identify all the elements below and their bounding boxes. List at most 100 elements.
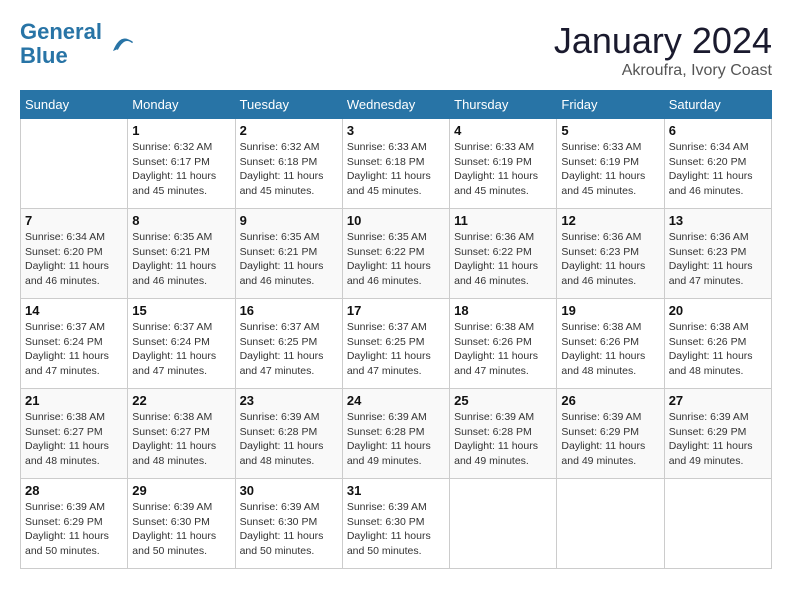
day-info: Sunrise: 6:39 AM Sunset: 6:28 PM Dayligh… xyxy=(347,410,445,469)
day-number: 23 xyxy=(240,393,338,408)
calendar-cell: 1 Sunrise: 6:32 AM Sunset: 6:17 PM Daylig… xyxy=(128,119,235,209)
day-info: Sunrise: 6:39 AM Sunset: 6:28 PM Dayligh… xyxy=(454,410,552,469)
day-info: Sunrise: 6:39 AM Sunset: 6:28 PM Dayligh… xyxy=(240,410,338,469)
day-info: Sunrise: 6:38 AM Sunset: 6:26 PM Dayligh… xyxy=(669,320,767,379)
day-number: 4 xyxy=(454,123,552,138)
day-number: 25 xyxy=(454,393,552,408)
day-info: Sunrise: 6:38 AM Sunset: 6:27 PM Dayligh… xyxy=(25,410,123,469)
day-number: 30 xyxy=(240,483,338,498)
day-info: Sunrise: 6:35 AM Sunset: 6:21 PM Dayligh… xyxy=(132,230,230,289)
day-number: 26 xyxy=(561,393,659,408)
calendar-cell: 15 Sunrise: 6:37 AM Sunset: 6:24 PM Dayli… xyxy=(128,299,235,389)
day-info: Sunrise: 6:38 AM Sunset: 6:26 PM Dayligh… xyxy=(454,320,552,379)
calendar-cell: 4 Sunrise: 6:33 AM Sunset: 6:19 PM Daylig… xyxy=(450,119,557,209)
day-number: 22 xyxy=(132,393,230,408)
calendar-cell: 19 Sunrise: 6:38 AM Sunset: 6:26 PM Dayli… xyxy=(557,299,664,389)
weekday-header-row: SundayMondayTuesdayWednesdayThursdayFrid… xyxy=(21,91,772,119)
day-number: 9 xyxy=(240,213,338,228)
calendar-cell: 26Sunrise: 6:39 AM Sunset: 6:29 PM Dayli… xyxy=(557,389,664,479)
weekday-header: Wednesday xyxy=(342,91,449,119)
logo-text: GeneralBlue xyxy=(20,20,102,68)
day-info: Sunrise: 6:37 AM Sunset: 6:25 PM Dayligh… xyxy=(240,320,338,379)
calendar-cell: 23 Sunrise: 6:39 AM Sunset: 6:28 PM Dayli… xyxy=(235,389,342,479)
calendar-cell xyxy=(557,479,664,569)
day-number: 21 xyxy=(25,393,123,408)
day-number: 8 xyxy=(132,213,230,228)
calendar-cell: 28Sunrise: 6:39 AM Sunset: 6:29 PM Dayli… xyxy=(21,479,128,569)
weekday-header: Monday xyxy=(128,91,235,119)
day-info: Sunrise: 6:36 AM Sunset: 6:23 PM Dayligh… xyxy=(669,230,767,289)
day-number: 19 xyxy=(561,303,659,318)
calendar-cell: 10Sunrise: 6:35 AM Sunset: 6:22 PM Dayli… xyxy=(342,209,449,299)
day-number: 6 xyxy=(669,123,767,138)
day-info: Sunrise: 6:39 AM Sunset: 6:29 PM Dayligh… xyxy=(669,410,767,469)
calendar-cell: 24 Sunrise: 6:39 AM Sunset: 6:28 PM Dayli… xyxy=(342,389,449,479)
day-number: 1 xyxy=(132,123,230,138)
calendar-cell: 21 Sunrise: 6:38 AM Sunset: 6:27 PM Dayli… xyxy=(21,389,128,479)
day-info: Sunrise: 6:38 AM Sunset: 6:27 PM Dayligh… xyxy=(132,410,230,469)
day-number: 11 xyxy=(454,213,552,228)
calendar-cell: 16 Sunrise: 6:37 AM Sunset: 6:25 PM Dayli… xyxy=(235,299,342,389)
day-number: 3 xyxy=(347,123,445,138)
calendar-cell xyxy=(450,479,557,569)
day-info: Sunrise: 6:39 AM Sunset: 6:30 PM Dayligh… xyxy=(132,500,230,559)
day-number: 18 xyxy=(454,303,552,318)
calendar-cell: 27 Sunrise: 6:39 AM Sunset: 6:29 PM Dayli… xyxy=(664,389,771,479)
day-info: Sunrise: 6:37 AM Sunset: 6:24 PM Dayligh… xyxy=(25,320,123,379)
day-number: 2 xyxy=(240,123,338,138)
calendar-cell: 18 Sunrise: 6:38 AM Sunset: 6:26 PM Dayli… xyxy=(450,299,557,389)
calendar-cell: 29 Sunrise: 6:39 AM Sunset: 6:30 PM Dayli… xyxy=(128,479,235,569)
calendar-cell: 6 Sunrise: 6:34 AM Sunset: 6:20 PM Daylig… xyxy=(664,119,771,209)
day-info: Sunrise: 6:32 AM Sunset: 6:17 PM Dayligh… xyxy=(132,140,230,199)
calendar-cell xyxy=(21,119,128,209)
day-number: 24 xyxy=(347,393,445,408)
calendar-cell: 13 Sunrise: 6:36 AM Sunset: 6:23 PM Dayli… xyxy=(664,209,771,299)
calendar-week-row: 28Sunrise: 6:39 AM Sunset: 6:29 PM Dayli… xyxy=(21,479,772,569)
month-title: January 2024 xyxy=(554,20,772,62)
day-number: 10 xyxy=(347,213,445,228)
weekday-header: Tuesday xyxy=(235,91,342,119)
calendar-cell: 2Sunrise: 6:32 AM Sunset: 6:18 PM Daylig… xyxy=(235,119,342,209)
day-number: 20 xyxy=(669,303,767,318)
calendar-cell xyxy=(664,479,771,569)
day-info: Sunrise: 6:36 AM Sunset: 6:23 PM Dayligh… xyxy=(561,230,659,289)
day-number: 31 xyxy=(347,483,445,498)
day-number: 14 xyxy=(25,303,123,318)
day-info: Sunrise: 6:33 AM Sunset: 6:18 PM Dayligh… xyxy=(347,140,445,199)
day-info: Sunrise: 6:33 AM Sunset: 6:19 PM Dayligh… xyxy=(454,140,552,199)
weekday-header: Sunday xyxy=(21,91,128,119)
day-info: Sunrise: 6:39 AM Sunset: 6:29 PM Dayligh… xyxy=(25,500,123,559)
calendar-cell: 3 Sunrise: 6:33 AM Sunset: 6:18 PM Daylig… xyxy=(342,119,449,209)
location-subtitle: Akroufra, Ivory Coast xyxy=(554,62,772,80)
day-info: Sunrise: 6:37 AM Sunset: 6:24 PM Dayligh… xyxy=(132,320,230,379)
weekday-header: Friday xyxy=(557,91,664,119)
day-info: Sunrise: 6:34 AM Sunset: 6:20 PM Dayligh… xyxy=(669,140,767,199)
calendar-cell: 30 Sunrise: 6:39 AM Sunset: 6:30 PM Dayli… xyxy=(235,479,342,569)
logo-icon xyxy=(106,30,134,58)
day-number: 17 xyxy=(347,303,445,318)
logo: GeneralBlue xyxy=(20,20,134,68)
calendar-week-row: 14 Sunrise: 6:37 AM Sunset: 6:24 PM Dayli… xyxy=(21,299,772,389)
day-number: 5 xyxy=(561,123,659,138)
day-number: 16 xyxy=(240,303,338,318)
day-number: 13 xyxy=(669,213,767,228)
calendar-cell: 12 Sunrise: 6:36 AM Sunset: 6:23 PM Dayli… xyxy=(557,209,664,299)
day-info: Sunrise: 6:35 AM Sunset: 6:21 PM Dayligh… xyxy=(240,230,338,289)
calendar-cell: 8 Sunrise: 6:35 AM Sunset: 6:21 PM Daylig… xyxy=(128,209,235,299)
title-block: January 2024 Akroufra, Ivory Coast xyxy=(554,20,772,80)
day-number: 27 xyxy=(669,393,767,408)
day-info: Sunrise: 6:38 AM Sunset: 6:26 PM Dayligh… xyxy=(561,320,659,379)
day-number: 15 xyxy=(132,303,230,318)
day-number: 29 xyxy=(132,483,230,498)
day-info: Sunrise: 6:36 AM Sunset: 6:22 PM Dayligh… xyxy=(454,230,552,289)
calendar-week-row: 21 Sunrise: 6:38 AM Sunset: 6:27 PM Dayli… xyxy=(21,389,772,479)
calendar-cell: 9 Sunrise: 6:35 AM Sunset: 6:21 PM Daylig… xyxy=(235,209,342,299)
day-info: Sunrise: 6:34 AM Sunset: 6:20 PM Dayligh… xyxy=(25,230,123,289)
calendar-cell: 14 Sunrise: 6:37 AM Sunset: 6:24 PM Dayli… xyxy=(21,299,128,389)
calendar-cell: 11 Sunrise: 6:36 AM Sunset: 6:22 PM Dayli… xyxy=(450,209,557,299)
day-number: 12 xyxy=(561,213,659,228)
day-info: Sunrise: 6:37 AM Sunset: 6:25 PM Dayligh… xyxy=(347,320,445,379)
calendar-week-row: 7Sunrise: 6:34 AM Sunset: 6:20 PM Daylig… xyxy=(21,209,772,299)
day-info: Sunrise: 6:39 AM Sunset: 6:30 PM Dayligh… xyxy=(240,500,338,559)
calendar-cell: 5Sunrise: 6:33 AM Sunset: 6:19 PM Daylig… xyxy=(557,119,664,209)
